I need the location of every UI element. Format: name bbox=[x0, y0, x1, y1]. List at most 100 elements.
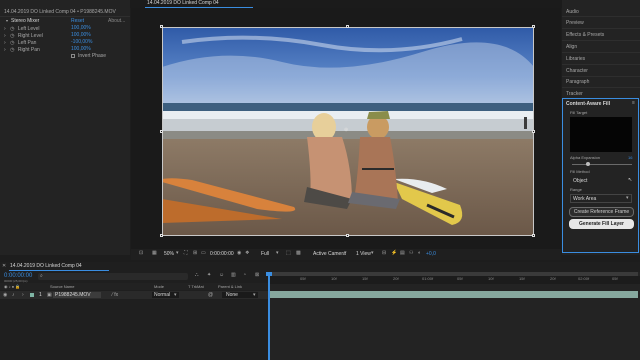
camera-select[interactable]: Active Camera bbox=[313, 252, 346, 257]
panel-tracker[interactable]: Tracker bbox=[566, 92, 583, 97]
column-parent[interactable]: Parent & Link bbox=[218, 285, 242, 289]
layer-duration-bar[interactable] bbox=[270, 291, 638, 298]
panel-paragraph[interactable]: Paragraph bbox=[566, 80, 589, 85]
timeline-search-input[interactable] bbox=[38, 273, 188, 280]
effect-row-label: Left Pan bbox=[17, 40, 37, 46]
always-preview-icon[interactable]: ⊡ bbox=[139, 251, 143, 256]
reset-link[interactable]: Reset bbox=[71, 19, 84, 24]
playhead[interactable] bbox=[268, 272, 270, 360]
panel-effects-presets[interactable]: Effects & Presets bbox=[566, 33, 604, 38]
panel-preview[interactable]: Preview bbox=[566, 21, 584, 26]
region-of-interest-icon[interactable]: ⬚ bbox=[286, 251, 291, 256]
create-reference-frame-button[interactable]: Create Reference Frame bbox=[569, 207, 634, 217]
effect-controls-panel: 14.04.2019 DO Linked Comp 04 • P1988245.… bbox=[0, 0, 130, 255]
comp-tab[interactable]: 14.04.2019 DO Linked Comp 04 bbox=[147, 1, 219, 6]
draft-3d-icon[interactable]: ✦ bbox=[207, 273, 211, 278]
view-layout-select[interactable]: 1 View bbox=[356, 252, 371, 257]
toggle-pixel-aspect-icon[interactable]: ⊟ bbox=[382, 251, 386, 256]
timeline-icon[interactable]: ▤ bbox=[400, 251, 405, 256]
graph-editor-icon[interactable]: ⊠ bbox=[255, 273, 259, 278]
stopwatch-icon[interactable]: ◷ bbox=[10, 47, 14, 53]
expand-icon[interactable]: › bbox=[4, 33, 6, 39]
fast-previews-icon[interactable]: ⚡ bbox=[391, 251, 397, 256]
close-icon[interactable]: ✕ bbox=[2, 264, 6, 269]
chevron-down-icon: ▾ bbox=[174, 292, 177, 298]
expand-icon[interactable]: › bbox=[4, 40, 6, 46]
mask-visibility-icon[interactable]: ▭ bbox=[201, 251, 206, 256]
divider bbox=[562, 52, 640, 53]
transparency-grid-icon[interactable]: ▩ bbox=[296, 251, 301, 256]
fill-target-preview bbox=[570, 117, 632, 152]
transform-handle[interactable] bbox=[346, 234, 349, 237]
timeline-tab[interactable]: 14.04.2019 DO Linked Comp 04 bbox=[10, 264, 82, 269]
safe-zones-icon[interactable]: ⊞ bbox=[193, 251, 197, 256]
about-link[interactable]: About... bbox=[108, 19, 125, 24]
stopwatch-icon[interactable]: ◷ bbox=[10, 26, 14, 32]
panel-menu-icon[interactable]: ≡ bbox=[632, 101, 635, 106]
frame-blending-icon[interactable]: ▥ bbox=[231, 273, 236, 278]
chevron-down-icon[interactable]: ▾ bbox=[371, 251, 374, 256]
resolution-select[interactable]: Full bbox=[261, 252, 269, 257]
divider bbox=[562, 64, 640, 65]
ruler-label: 05f bbox=[612, 276, 618, 281]
collapse-icon[interactable]: ▾ bbox=[6, 19, 8, 23]
label-color-swatch[interactable] bbox=[30, 293, 34, 297]
audio-icon[interactable]: ♪ bbox=[12, 293, 15, 298]
chevron-down-icon[interactable]: ▾ bbox=[344, 251, 347, 256]
stopwatch-icon[interactable]: ◷ bbox=[10, 40, 14, 46]
effect-controls-title: 14.04.2019 DO Linked Comp 04 • P1988245.… bbox=[4, 9, 116, 15]
playhead-handle[interactable] bbox=[266, 272, 272, 276]
shy-icon[interactable]: ☺ bbox=[219, 273, 224, 278]
zoom-select[interactable]: 50% bbox=[164, 252, 174, 257]
chevron-down-icon[interactable]: ▾ bbox=[626, 196, 629, 201]
eye-icon[interactable]: ◉ bbox=[3, 293, 7, 298]
current-time-display[interactable]: 0:00:00:00 bbox=[210, 252, 234, 257]
fill-method-select[interactable]: Object bbox=[573, 179, 587, 184]
transform-handle[interactable] bbox=[346, 25, 349, 28]
effect-row-value[interactable]: 100,00% bbox=[71, 47, 91, 52]
transform-handle[interactable] bbox=[160, 130, 163, 133]
layer-switches-icon[interactable]: ⁄ fx bbox=[112, 293, 118, 298]
channel-icon[interactable]: ❖ bbox=[245, 251, 249, 256]
effect-row-value[interactable]: 100,00% bbox=[71, 33, 91, 38]
alpha-expansion-slider[interactable] bbox=[572, 164, 632, 165]
panel-align[interactable]: Align bbox=[566, 45, 577, 50]
exposure-icon[interactable]: ◐ bbox=[418, 251, 421, 256]
panel-audio[interactable]: Audio bbox=[566, 10, 579, 15]
chevron-down-icon[interactable]: ▾ bbox=[176, 251, 179, 256]
flowchart-icon[interactable]: ⚇ bbox=[409, 251, 413, 256]
invert-phase-checkbox[interactable] bbox=[71, 54, 75, 58]
exposure-value[interactable]: +0,0 bbox=[426, 252, 436, 257]
transform-handle[interactable] bbox=[532, 130, 535, 133]
transform-handle[interactable] bbox=[160, 25, 163, 28]
panel-character[interactable]: Character bbox=[566, 69, 588, 74]
panel-libraries[interactable]: Libraries bbox=[566, 57, 585, 62]
grid-icon[interactable]: ▦ bbox=[152, 251, 157, 256]
chevron-down-icon[interactable]: ▾ bbox=[276, 251, 279, 256]
parent-value: None bbox=[226, 292, 238, 298]
alpha-expansion-value[interactable]: 16 bbox=[628, 156, 632, 160]
time-graph[interactable] bbox=[268, 272, 640, 360]
slider-thumb[interactable] bbox=[586, 162, 590, 166]
expand-icon[interactable]: › bbox=[4, 26, 6, 32]
column-mode[interactable]: Mode bbox=[154, 285, 164, 289]
transform-handle[interactable] bbox=[532, 234, 535, 237]
transform-handle[interactable] bbox=[160, 234, 163, 237]
stopwatch-icon[interactable]: ◷ bbox=[10, 33, 14, 39]
column-trkmat[interactable]: T TrkMat bbox=[188, 285, 204, 289]
effect-row-value[interactable]: -100,00% bbox=[71, 40, 92, 45]
transform-handle[interactable] bbox=[532, 25, 535, 28]
expand-icon[interactable]: › bbox=[22, 293, 24, 298]
snapshot-icon[interactable]: ◉ bbox=[237, 251, 241, 256]
column-source-name[interactable]: Source Name bbox=[50, 285, 74, 289]
anchor-point-icon[interactable]: ⊕ bbox=[344, 128, 348, 133]
comp-flowchart-icon[interactable]: ⛬ bbox=[195, 273, 199, 278]
effect-row-value[interactable]: 100,00% bbox=[71, 26, 91, 31]
effect-row-label: Left Level bbox=[17, 26, 40, 32]
motion-blur-icon[interactable]: ◔ bbox=[243, 273, 246, 278]
mode-value: Normal bbox=[154, 292, 171, 298]
expand-icon[interactable]: › bbox=[4, 47, 6, 53]
generate-fill-layer-button[interactable]: Generate Fill Layer bbox=[569, 219, 634, 229]
pick-whip-icon[interactable]: @ bbox=[208, 293, 213, 298]
fit-icon[interactable]: ⛶ bbox=[184, 251, 188, 256]
